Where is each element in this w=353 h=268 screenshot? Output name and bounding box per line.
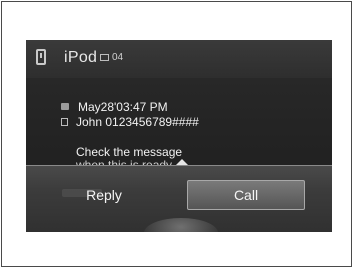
call-button[interactable]: Call <box>187 180 305 210</box>
contact-icon <box>61 118 68 126</box>
track-number: 04 <box>112 52 124 63</box>
message-envelope-icon <box>61 103 69 110</box>
track-icon <box>100 54 109 61</box>
navi-screen: iPod 04 May28'03:47 PM John 0123456789##… <box>26 40 332 232</box>
phone-icon <box>36 49 46 65</box>
reply-button[interactable]: Reply <box>34 180 174 210</box>
message-body: Check the message <box>76 145 183 159</box>
message-sender: John 0123456789#### <box>76 115 199 129</box>
status-bar: iPod 04 <box>26 40 332 78</box>
figure-frame: iPod 04 May28'03:47 PM John 0123456789##… <box>1 1 352 267</box>
audio-source-label: iPod <box>64 49 98 66</box>
message-date: May28'03:47 PM <box>78 100 168 114</box>
